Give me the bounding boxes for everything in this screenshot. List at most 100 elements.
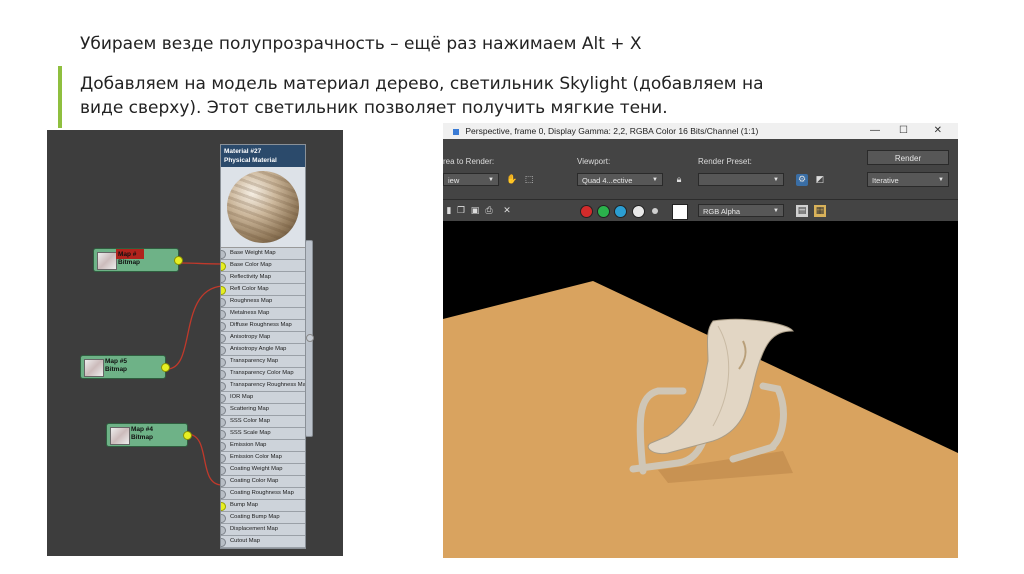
wire-bump xyxy=(186,433,223,486)
node-label: Map # Bitmap xyxy=(118,251,140,267)
render-preset-label: Render Preset: xyxy=(698,157,752,166)
clone-icon[interactable]: ▣ xyxy=(469,205,481,217)
material-slot[interactable]: Emission Map xyxy=(221,440,305,452)
node-type: Bitmap xyxy=(131,434,154,441)
material-slot[interactable]: Reflectivity Map xyxy=(221,272,305,284)
material-slot[interactable]: Bump Map xyxy=(221,500,305,512)
copy-icon[interactable]: ❐ xyxy=(455,205,467,217)
material-slot[interactable]: Scattering Map xyxy=(221,404,305,416)
chevron-down-icon: ▼ xyxy=(773,177,779,183)
dropdown-value: RGB Alpha xyxy=(703,207,741,216)
bitmap-thumbnail xyxy=(97,252,117,270)
rendered-viewport xyxy=(443,221,958,558)
lock-icon[interactable]: 🔒︎ xyxy=(673,174,685,186)
node-title: Map #5 xyxy=(105,358,128,365)
output-pin[interactable] xyxy=(174,256,183,265)
bitmap-thumbnail xyxy=(84,359,104,377)
red-channel-toggle[interactable] xyxy=(580,205,593,218)
material-slot[interactable]: Coating Color Map xyxy=(221,476,305,488)
area-to-render-label: rea to Render: xyxy=(443,157,495,166)
map4-node[interactable]: Map #4 Bitmap xyxy=(106,423,192,447)
wire-base-color xyxy=(180,262,223,265)
body-line-2: виде сверху). Этот светильник позволяет … xyxy=(80,98,668,118)
viewport-dropdown[interactable]: Quad 4...ective ▼ xyxy=(577,173,663,186)
material-slot[interactable]: Anisotropy Angle Map xyxy=(221,344,305,356)
close-icon[interactable]: ✕ xyxy=(934,123,942,139)
minimize-icon[interactable]: — xyxy=(870,123,880,139)
render-mode-dropdown[interactable]: Iterative ▼ xyxy=(867,172,949,187)
material-node-header: Material #27 Physical Material xyxy=(221,145,305,167)
window-title: Perspective, frame 0, Display Gamma: 2,2… xyxy=(465,126,759,136)
map-node-top[interactable]: Map # Bitmap xyxy=(93,248,183,272)
render-frame-window: Perspective, frame 0, Display Gamma: 2,2… xyxy=(443,123,958,558)
material-slot[interactable]: Transparency Map xyxy=(221,356,305,368)
print-icon[interactable]: ⎙ xyxy=(483,205,495,217)
rendered-scene xyxy=(443,281,958,558)
chevron-down-icon: ▼ xyxy=(488,177,494,183)
render-button[interactable]: Render xyxy=(867,150,949,165)
image-icon[interactable]: ▦ xyxy=(814,205,826,217)
chevron-down-icon: ▼ xyxy=(938,177,944,183)
material-slot[interactable]: Coating Weight Map xyxy=(221,464,305,476)
material-slot[interactable]: Refl Color Map xyxy=(221,284,305,296)
environment-icon[interactable]: ◩ xyxy=(814,174,826,186)
render-setup-icon[interactable]: ⚙ xyxy=(796,174,808,186)
dropdown-value: Iterative xyxy=(872,176,899,185)
material-slot[interactable]: Coating Roughness Map xyxy=(221,488,305,500)
node-type: Bitmap xyxy=(105,366,128,373)
slate-material-editor: Map # Bitmap Map #5 Bitmap Map #4 Bitmap Ma… xyxy=(47,130,343,556)
output-socket[interactable] xyxy=(306,334,314,342)
frame-toolbar: ▮ ❐ ▣ ⎙ ✕ RGB Alpha ▼ ▤ ▦ xyxy=(443,199,958,222)
material-name: Material #27 xyxy=(224,148,262,155)
node-title: Map # xyxy=(118,251,137,258)
slide-title: Убираем везде полупрозрачность – ещё раз… xyxy=(80,34,642,54)
material-slot[interactable]: Coating Bump Map xyxy=(221,512,305,524)
chevron-down-icon: ▼ xyxy=(652,177,658,183)
display-toggle-icon[interactable]: ▤ xyxy=(796,205,808,217)
map5-node[interactable]: Map #5 Bitmap xyxy=(80,355,170,379)
blue-channel-toggle[interactable] xyxy=(614,205,627,218)
material-slot[interactable]: Metalness Map xyxy=(221,308,305,320)
node-type: Bitmap xyxy=(118,259,141,266)
clear-icon[interactable]: ✕ xyxy=(501,205,513,217)
material-slot[interactable]: Cutout Map xyxy=(221,536,305,548)
swatch-icon[interactable] xyxy=(672,204,688,220)
dropdown-value: iew xyxy=(448,176,460,185)
dropdown-value: Quad 4...ective xyxy=(582,176,633,185)
physical-material-node[interactable]: Material #27 Physical Material Base Weig… xyxy=(220,144,306,549)
material-preview xyxy=(221,167,305,248)
monochrome-toggle[interactable] xyxy=(652,208,658,214)
node-title: Map #4 xyxy=(131,426,154,433)
maximize-icon[interactable]: ☐ xyxy=(899,123,908,139)
material-slot[interactable]: Base Weight Map xyxy=(221,248,305,260)
output-pin[interactable] xyxy=(161,363,170,372)
slide-body: Добавляем на модель материал дерево, све… xyxy=(80,72,880,120)
material-slot[interactable]: Base Color Map xyxy=(221,260,305,272)
green-channel-toggle[interactable] xyxy=(597,205,610,218)
area-to-render-dropdown[interactable]: iew ▼ xyxy=(443,173,499,186)
material-slot[interactable]: SSS Color Map xyxy=(221,416,305,428)
body-line-1: Добавляем на модель материал дерево, све… xyxy=(80,74,764,94)
bitmap-thumbnail xyxy=(110,427,130,445)
material-slot[interactable]: SSS Scale Map xyxy=(221,428,305,440)
auto-region-icon[interactable]: ⬚ xyxy=(523,174,535,186)
node-label: Map #4 Bitmap xyxy=(131,426,153,442)
material-slot[interactable]: Transparency Color Map xyxy=(221,368,305,380)
material-slot[interactable]: IOR Map xyxy=(221,392,305,404)
material-slot[interactable]: Displacement Map xyxy=(221,524,305,536)
material-slot[interactable]: Diffuse Roughness Map xyxy=(221,320,305,332)
material-slot[interactable]: Emission Color Map xyxy=(221,452,305,464)
render-setup-toolbar: rea to Render: iew ▼ ✋ ⬚ Viewport: Quad 4… xyxy=(443,139,958,197)
channel-dropdown[interactable]: RGB Alpha ▼ xyxy=(698,204,784,217)
wood-sphere-preview xyxy=(227,171,299,243)
material-slot[interactable]: Anisotropy Map xyxy=(221,332,305,344)
region-lock-icon[interactable]: ✋ xyxy=(506,174,518,186)
material-slot[interactable]: Roughness Map xyxy=(221,296,305,308)
material-slot[interactable]: Transparency Roughness Map xyxy=(221,380,305,392)
alpha-channel-toggle[interactable] xyxy=(632,205,645,218)
output-pin[interactable] xyxy=(183,431,192,440)
accent-bar xyxy=(58,66,62,128)
render-preset-dropdown[interactable]: ▼ xyxy=(698,173,784,186)
save-icon[interactable]: ▮ xyxy=(443,205,455,217)
wire-refl-color xyxy=(166,285,223,370)
